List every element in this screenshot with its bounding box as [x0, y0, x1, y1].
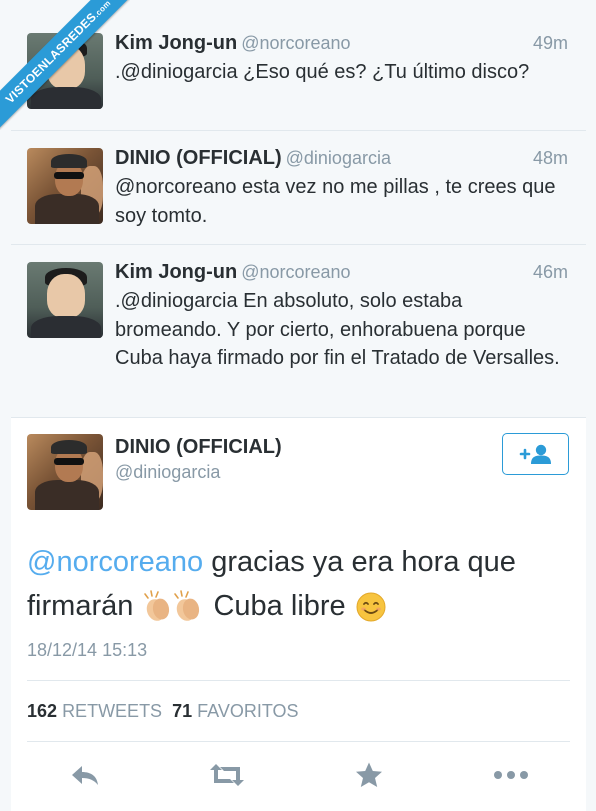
divider	[27, 741, 570, 742]
avatar[interactable]	[27, 148, 103, 224]
add-user-icon	[519, 444, 551, 464]
retweet-button[interactable]	[207, 755, 247, 795]
main-tweet-text: @norcoreano gracias ya era hora que firm…	[27, 540, 566, 628]
tweet-time: 49m	[532, 33, 568, 53]
tweet-time: 46m	[532, 262, 568, 282]
favorites-label: FAVORITOS	[197, 701, 299, 721]
tweet-author-name[interactable]: Kim Jong-un	[115, 32, 237, 54]
tweet-item[interactable]: DINIO (OFFICIAL) @diniogarcia 48m @norcor…	[11, 131, 586, 245]
tweet-stats: 162 RETWEETS 71 FAVORITOS	[27, 699, 299, 723]
clapping-hands-emoji-icon	[144, 590, 200, 622]
retweets-label: RETWEETS	[62, 701, 163, 721]
favorites-count: 71	[172, 701, 193, 721]
tweet-date: 18/12/14 15:13	[27, 640, 148, 660]
retweet-icon	[210, 764, 244, 786]
tweet-author-name[interactable]: DINIO (OFFICIAL)	[115, 147, 282, 169]
tweet-actions	[11, 755, 586, 795]
tweet-text: .@diniogarcia En absoluto, solo estaba b…	[115, 290, 560, 369]
tweet-item[interactable]: Kim Jong-un @norcoreano 49m .@diniogarcia…	[11, 16, 586, 131]
divider	[27, 680, 570, 681]
avatar[interactable]	[27, 434, 103, 510]
more-dots-icon	[494, 771, 528, 779]
mention-link[interactable]: @norcoreano	[27, 546, 203, 578]
favorite-button[interactable]	[349, 755, 389, 795]
tweet-author-name[interactable]: Kim Jong-un	[115, 261, 237, 283]
retweets-stat[interactable]: 162 RETWEETS	[27, 701, 162, 721]
more-button[interactable]	[491, 755, 531, 795]
reply-button[interactable]	[65, 755, 105, 795]
tweet-author-handle[interactable]: @norcoreano	[241, 33, 350, 53]
favorites-stat[interactable]: 71 FAVORITOS	[172, 701, 298, 721]
smiling-face-emoji-icon	[356, 592, 386, 622]
tweet-author-handle[interactable]: @norcoreano	[241, 262, 350, 282]
reply-icon	[72, 766, 98, 785]
retweets-count: 162	[27, 701, 58, 721]
avatar[interactable]	[27, 262, 103, 338]
tweet-item[interactable]: Kim Jong-un @norcoreano 46m .@diniogarcia…	[11, 245, 586, 418]
avatar[interactable]	[27, 33, 103, 109]
star-icon	[356, 762, 382, 787]
tweet-text: .@diniogarcia ¿Eso qué es? ¿Tu último di…	[115, 61, 530, 83]
follow-button[interactable]	[502, 433, 569, 475]
tweet-time: 48m	[532, 148, 568, 168]
main-tweet: DINIO (OFFICIAL) @diniogarcia @norcorean…	[11, 418, 586, 811]
main-author-handle[interactable]: @diniogarcia	[115, 460, 220, 484]
main-tweet-text-2: Cuba libre	[213, 590, 346, 622]
main-author-name[interactable]: DINIO (OFFICIAL)	[115, 434, 282, 460]
tweet-text: @norcoreano esta vez no me pillas , te c…	[115, 176, 556, 227]
tweet-author-handle[interactable]: @diniogarcia	[286, 148, 391, 168]
